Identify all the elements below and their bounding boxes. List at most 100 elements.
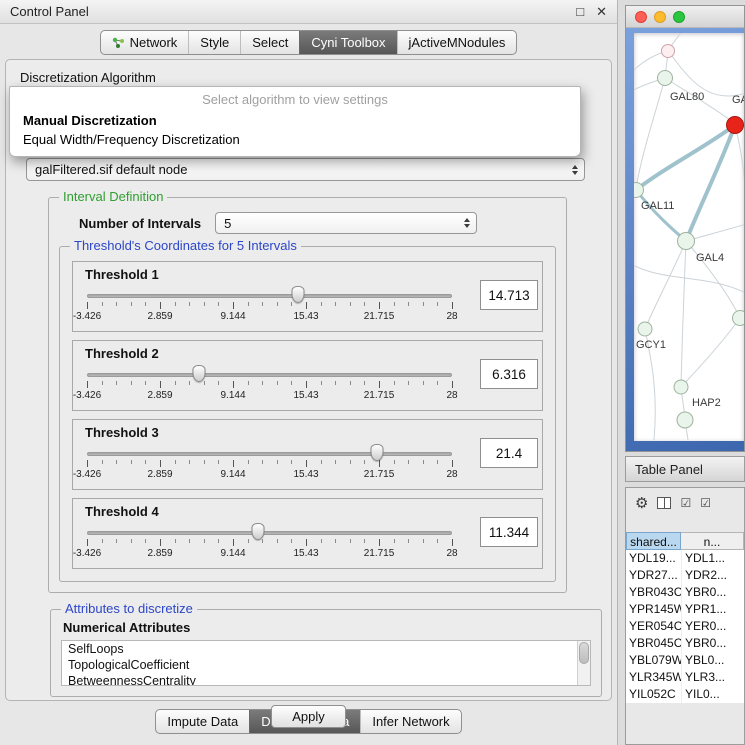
threshold-slider[interactable]: -3.4262.8599.14415.4321.71528 <box>85 285 454 323</box>
table-cell[interactable]: YBR0... <box>681 635 744 652</box>
table-row[interactable]: YDR27... YDR2... <box>626 567 744 584</box>
network-canvas[interactable]: GAL80 GA GAL11 GAL4 GCY1 HAP2 <box>634 33 744 441</box>
tab-select[interactable]: Select <box>240 31 299 54</box>
table-cell[interactable]: YER054C <box>626 618 681 635</box>
column-header-name[interactable]: n... <box>681 532 744 550</box>
list-scrollbar[interactable] <box>577 641 590 685</box>
table-cell[interactable]: YDR27... <box>626 567 681 584</box>
slider-thumb[interactable] <box>252 523 265 540</box>
thresholds-group: Threshold's Coordinates for 5 Intervals … <box>59 246 556 582</box>
close-window-icon[interactable]: ✕ <box>596 5 607 18</box>
threshold-slider[interactable]: -3.4262.8599.14415.4321.71528 <box>85 364 454 402</box>
list-item[interactable]: TopologicalCoefficient <box>62 657 590 673</box>
threshold-value-field[interactable]: 21.4 <box>480 438 538 468</box>
table-cell[interactable]: YBR045C <box>626 635 681 652</box>
number-of-intervals-combobox[interactable]: 5 <box>215 212 477 234</box>
table-row[interactable]: YER054C YER0... <box>626 618 744 635</box>
column-header-shared-name[interactable]: shared... <box>626 532 681 550</box>
column-selector-icon[interactable] <box>657 497 671 509</box>
table-cell[interactable]: YDL1... <box>681 550 744 567</box>
window-controls: □ ✕ <box>576 5 607 18</box>
table-row[interactable]: YPR145W YPR1... <box>626 601 744 618</box>
apply-button[interactable]: Apply <box>271 705 346 728</box>
node-label: GAL4 <box>696 252 724 264</box>
node-table: shared... n... YDL19... YDL1... YDR27...… <box>626 532 744 703</box>
table-cell[interactable]: YBL079W <box>626 652 681 669</box>
tab-network[interactable]: Network <box>101 31 189 54</box>
top-tab-bar: Network Style Select Cyni Toolbox jActiv… <box>100 30 518 55</box>
select-none-checkbox-icon[interactable]: ☑ <box>700 497 711 509</box>
settings-gear-icon[interactable]: ⚙ <box>635 496 648 511</box>
table-row[interactable]: YDL19... YDL1... <box>626 550 744 567</box>
table-row[interactable]: YBR043C YBR0... <box>626 584 744 601</box>
slider-track[interactable] <box>87 531 452 535</box>
numerical-attributes-list[interactable]: SelfLoops TopologicalCoefficient Between… <box>61 640 591 686</box>
tab-label: Select <box>252 35 288 50</box>
tab-jactivemnodules[interactable]: jActiveMNodules <box>397 31 517 54</box>
threshold-label: Threshold 4 <box>85 504 464 522</box>
threshold-value-field[interactable]: 11.344 <box>480 517 538 547</box>
slider-thumb[interactable] <box>193 365 206 382</box>
interval-definition-title: Interval Definition <box>59 189 167 204</box>
slider-ticks <box>87 460 452 468</box>
slider-track[interactable] <box>87 294 452 298</box>
tab-cyni-toolbox[interactable]: Cyni Toolbox <box>299 31 396 54</box>
table-cell[interactable]: YLR3... <box>681 669 744 686</box>
table-cell[interactable]: YIL0... <box>681 686 744 703</box>
slider-thumb[interactable] <box>370 444 383 461</box>
threshold-label: Threshold 2 <box>85 346 464 364</box>
dropdown-option-manual-discretization[interactable]: Manual Discretization <box>10 111 580 130</box>
slider-ticks <box>87 539 452 547</box>
minimize-traffic-light-icon[interactable] <box>654 11 666 23</box>
dropdown-option-equal-width[interactable]: Equal Width/Frequency Discretization <box>10 130 580 149</box>
scrollbar-thumb[interactable] <box>579 642 589 664</box>
table-cell[interactable]: YBL0... <box>681 652 744 669</box>
numerical-attributes-label: Numerical Attributes <box>63 620 601 635</box>
table-cell[interactable]: YER0... <box>681 618 744 635</box>
threshold-slider[interactable]: -3.4262.8599.14415.4321.71528 <box>85 443 454 481</box>
table-cell[interactable]: YPR145W <box>626 601 681 618</box>
discretization-algorithm-label: Discretization Algorithm <box>20 70 597 85</box>
network-window-titlebar[interactable] <box>626 6 744 28</box>
slider-tick-labels: -3.4262.8599.14415.4321.71528 <box>87 311 452 322</box>
table-data-combobox[interactable]: galFiltered.sif default node <box>26 158 585 181</box>
float-window-icon[interactable]: □ <box>576 5 584 18</box>
table-row[interactable]: YIL052C YIL0... <box>626 686 744 703</box>
number-of-intervals-label: Number of Intervals <box>79 216 201 231</box>
table-panel-titlebar[interactable]: Table Panel <box>625 456 745 482</box>
slider-track[interactable] <box>87 373 452 377</box>
network-view-window: GAL80 GA GAL11 GAL4 GCY1 HAP2 <box>625 5 745 452</box>
node-label: HAP2 <box>692 397 721 409</box>
network-node <box>733 311 745 326</box>
tab-style[interactable]: Style <box>188 31 240 54</box>
table-cell[interactable]: YLR345W <box>626 669 681 686</box>
threshold-slider[interactable]: -3.4262.8599.14415.4321.71528 <box>85 522 454 560</box>
table-cell[interactable]: YBR0... <box>681 584 744 601</box>
network-node <box>658 71 673 86</box>
zoom-traffic-light-icon[interactable] <box>673 11 685 23</box>
table-cell[interactable]: YBR043C <box>626 584 681 601</box>
table-row[interactable]: YLR345W YLR3... <box>626 669 744 686</box>
table-cell[interactable]: YDL19... <box>626 550 681 567</box>
interval-definition-group: Interval Definition Number of Intervals … <box>48 197 567 593</box>
list-item[interactable]: SelfLoops <box>62 641 590 657</box>
table-cell[interactable]: YPR1... <box>681 601 744 618</box>
combo-arrows-icon <box>464 218 470 228</box>
table-panel-toolbar: ⚙ ☑ ☑ <box>626 488 744 518</box>
slider-track[interactable] <box>87 452 452 456</box>
algorithm-dropdown-popup: Select algorithm to view settings Manual… <box>9 86 581 157</box>
table-row[interactable]: YBR045C YBR0... <box>626 635 744 652</box>
table-row[interactable]: YBL079W YBL0... <box>626 652 744 669</box>
apply-row: Apply <box>6 705 611 728</box>
node-label: GCY1 <box>636 339 666 351</box>
network-node <box>674 380 688 394</box>
threshold-value-field[interactable]: 14.713 <box>480 280 538 310</box>
threshold-value-field[interactable]: 6.316 <box>480 359 538 389</box>
table-cell[interactable]: YIL052C <box>626 686 681 703</box>
slider-thumb[interactable] <box>291 286 304 303</box>
list-item[interactable]: BetweennessCentrality <box>62 673 590 686</box>
table-cell[interactable]: YDR2... <box>681 567 744 584</box>
control-panel-titlebar[interactable]: Control Panel □ ✕ <box>0 0 617 24</box>
close-traffic-light-icon[interactable] <box>635 11 647 23</box>
select-all-checkbox-icon[interactable]: ☑ <box>680 497 691 509</box>
